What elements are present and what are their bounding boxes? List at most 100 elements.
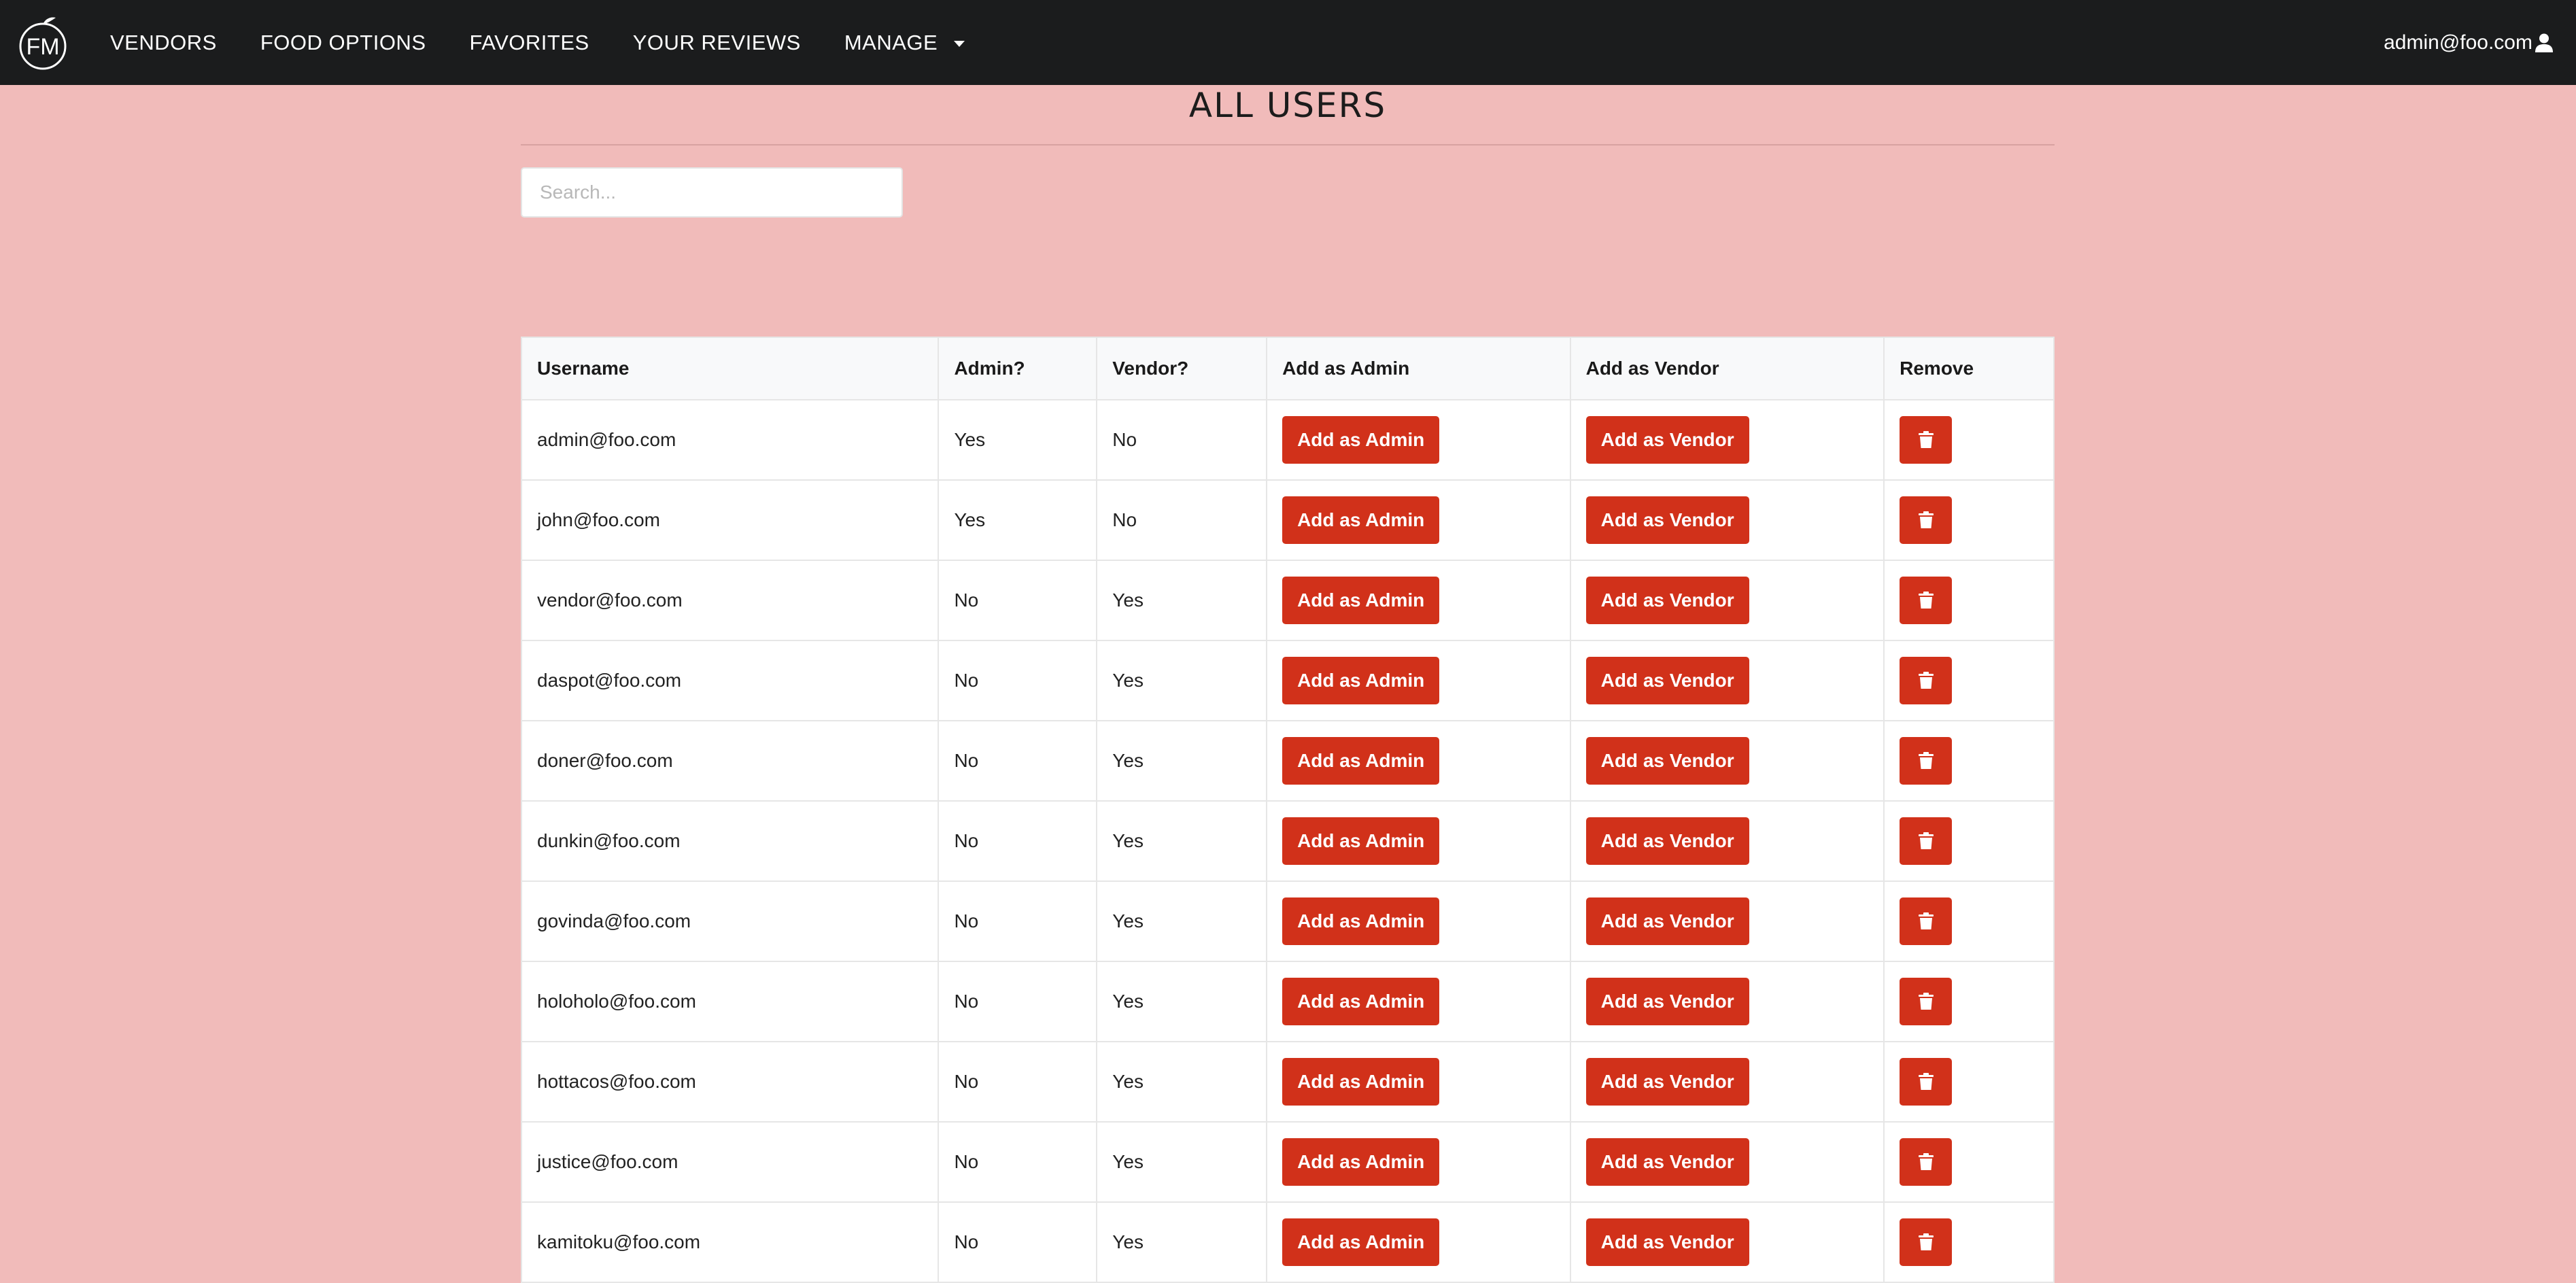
cell-add-admin: Add as Admin	[1266, 560, 1571, 641]
cell-remove	[1883, 640, 2055, 721]
nav-item-label: FOOD OPTIONS	[260, 30, 426, 54]
remove-user-button[interactable]	[1900, 737, 1953, 785]
table-row: john@foo.com Yes No Add as Admin Add as Vend…	[520, 479, 2055, 561]
remove-user-button[interactable]	[1900, 577, 1953, 624]
header-remove: Remove	[1883, 337, 2055, 400]
table-row: kamitoku@foo.com No Yes Add as Admin Add as …	[520, 1201, 2055, 1283]
cell-remove	[1883, 1041, 2055, 1123]
cell-admin-status: No	[938, 560, 1098, 641]
add-as-vendor-button[interactable]: Add as Vendor	[1585, 577, 1749, 624]
nav-item-label: VENDORS	[110, 30, 217, 54]
nav-item-label: YOUR REVIEWS	[632, 30, 801, 54]
cell-add-admin: Add as Admin	[1266, 399, 1571, 481]
cell-add-vendor: Add as Vendor	[1569, 560, 1885, 641]
cell-add-vendor: Add as Vendor	[1569, 1041, 1885, 1123]
remove-user-button[interactable]	[1900, 817, 1953, 865]
top-navbar: FM VENDORS FOOD OPTIONS FAVORITES YOUR R…	[0, 0, 2576, 85]
cell-username: holoholo@foo.com	[520, 961, 940, 1042]
table-row: holoholo@foo.com No Yes Add as Admin Add as …	[520, 961, 2055, 1042]
cell-admin-status: Yes	[938, 479, 1098, 561]
cell-username: daspot@foo.com	[520, 640, 940, 721]
trash-icon	[1918, 431, 1934, 448]
trash-icon	[1918, 832, 1934, 849]
cell-vendor-status: Yes	[1096, 720, 1268, 802]
remove-user-button[interactable]	[1900, 1218, 1953, 1266]
nav-item-label: MANAGE	[844, 30, 938, 54]
cell-admin-status: No	[938, 880, 1098, 962]
cell-username: hottacos@foo.com	[520, 1041, 940, 1123]
cell-add-admin: Add as Admin	[1266, 961, 1571, 1042]
cell-remove	[1883, 399, 2055, 481]
add-as-admin-button[interactable]: Add as Admin	[1282, 737, 1440, 785]
nav-item-food-options[interactable]: FOOD OPTIONS	[260, 31, 426, 55]
add-as-vendor-button[interactable]: Add as Vendor	[1585, 657, 1749, 704]
add-as-vendor-button[interactable]: Add as Vendor	[1585, 1138, 1749, 1186]
user-email-label: admin@foo.com	[2384, 31, 2532, 54]
add-as-vendor-button[interactable]: Add as Vendor	[1585, 978, 1749, 1025]
cell-vendor-status: Yes	[1096, 1041, 1268, 1123]
add-as-admin-button[interactable]: Add as Admin	[1282, 577, 1440, 624]
cell-add-admin: Add as Admin	[1266, 1121, 1571, 1203]
add-as-vendor-button[interactable]: Add as Vendor	[1585, 737, 1749, 785]
header-add-vendor: Add as Vendor	[1569, 337, 1885, 400]
add-as-admin-button[interactable]: Add as Admin	[1282, 1218, 1440, 1266]
add-as-admin-button[interactable]: Add as Admin	[1282, 1138, 1440, 1186]
trash-icon	[1918, 993, 1934, 1010]
table-row: doner@foo.com No Yes Add as Admin Add as Ven…	[520, 720, 2055, 802]
cell-vendor-status: Yes	[1096, 640, 1268, 721]
trash-icon	[1918, 1153, 1934, 1170]
add-as-vendor-button[interactable]: Add as Vendor	[1585, 416, 1749, 464]
remove-user-button[interactable]	[1900, 657, 1953, 704]
cell-admin-status: No	[938, 640, 1098, 721]
user-menu[interactable]: admin@foo.com	[2384, 0, 2554, 85]
cell-add-vendor: Add as Vendor	[1569, 800, 1885, 882]
cell-admin-status: No	[938, 800, 1098, 882]
remove-user-button[interactable]	[1900, 897, 1953, 945]
header-vendor: Vendor?	[1096, 337, 1268, 400]
add-as-vendor-button[interactable]: Add as Vendor	[1585, 1058, 1749, 1106]
add-as-admin-button[interactable]: Add as Admin	[1282, 1058, 1440, 1106]
header-username: Username	[520, 337, 940, 400]
cell-add-admin: Add as Admin	[1266, 1041, 1571, 1123]
cell-username: dunkin@foo.com	[520, 800, 940, 882]
add-as-admin-button[interactable]: Add as Admin	[1282, 817, 1440, 865]
nav-item-vendors[interactable]: VENDORS	[110, 31, 217, 55]
add-as-vendor-button[interactable]: Add as Vendor	[1585, 1218, 1749, 1266]
cell-vendor-status: Yes	[1096, 1121, 1268, 1203]
cell-add-admin: Add as Admin	[1266, 479, 1571, 561]
trash-icon	[1918, 511, 1934, 528]
add-as-vendor-button[interactable]: Add as Vendor	[1585, 496, 1749, 544]
cell-username: kamitoku@foo.com	[520, 1201, 940, 1283]
add-as-admin-button[interactable]: Add as Admin	[1282, 496, 1440, 544]
trash-icon	[1918, 672, 1934, 689]
remove-user-button[interactable]	[1900, 1058, 1953, 1106]
cell-remove	[1883, 1121, 2055, 1203]
nav-item-label: FAVORITES	[469, 30, 589, 54]
nav-menu: VENDORS FOOD OPTIONS FAVORITES YOUR REVI…	[110, 0, 1008, 85]
add-as-vendor-button[interactable]: Add as Vendor	[1585, 817, 1749, 865]
nav-item-favorites[interactable]: FAVORITES	[470, 31, 589, 55]
trash-icon	[1918, 592, 1934, 609]
cell-add-vendor: Add as Vendor	[1569, 1121, 1885, 1203]
table-row: vendor@foo.com No Yes Add as Admin Add as Ve…	[520, 560, 2055, 641]
nav-item-manage-dropdown[interactable]: MANAGE	[844, 31, 965, 55]
nav-item-your-reviews[interactable]: YOUR REVIEWS	[633, 31, 801, 55]
remove-user-button[interactable]	[1900, 416, 1953, 464]
cell-admin-status: Yes	[938, 399, 1098, 481]
add-as-admin-button[interactable]: Add as Admin	[1282, 978, 1440, 1025]
fm-logo-icon[interactable]: FM	[18, 14, 68, 71]
cell-remove	[1883, 961, 2055, 1042]
add-as-vendor-button[interactable]: Add as Vendor	[1585, 897, 1749, 945]
cell-username: vendor@foo.com	[520, 560, 940, 641]
remove-user-button[interactable]	[1900, 496, 1953, 544]
search-input[interactable]	[521, 167, 903, 218]
remove-user-button[interactable]	[1900, 978, 1953, 1025]
add-as-admin-button[interactable]: Add as Admin	[1282, 657, 1440, 704]
add-as-admin-button[interactable]: Add as Admin	[1282, 416, 1440, 464]
cell-username: admin@foo.com	[520, 399, 940, 481]
table-body: admin@foo.com Yes No Add as Admin Add as Ven…	[520, 399, 2055, 1283]
cell-add-vendor: Add as Vendor	[1569, 720, 1885, 802]
remove-user-button[interactable]	[1900, 1138, 1953, 1186]
add-as-admin-button[interactable]: Add as Admin	[1282, 897, 1440, 945]
cell-remove	[1883, 800, 2055, 882]
